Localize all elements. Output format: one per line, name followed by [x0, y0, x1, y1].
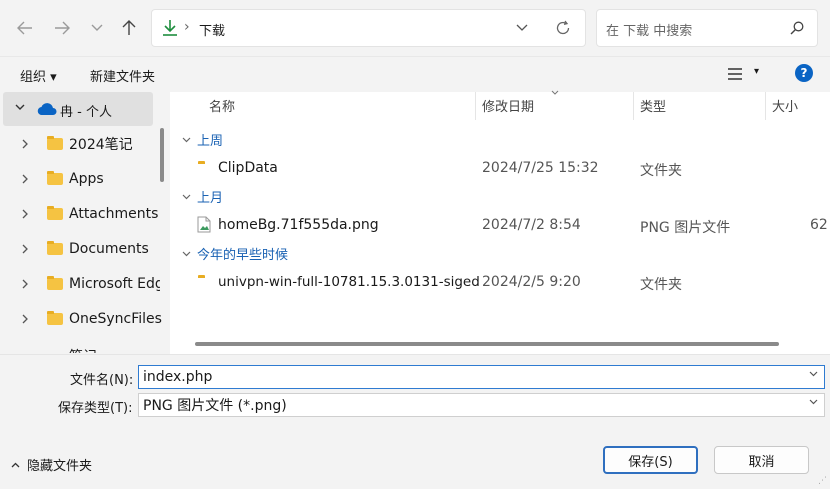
sidebar-item-label: Attachments: [69, 206, 159, 222]
file-name: ClipData: [218, 160, 278, 176]
filetype-label: 保存类型(T):: [58, 401, 133, 416]
group-label: 上周: [197, 134, 224, 149]
chevron-down-icon[interactable]: [809, 399, 818, 405]
sidebar-item-documents[interactable]: Documents: [0, 232, 160, 266]
file-date: 2024/7/2 8:54: [482, 217, 581, 233]
folder-icon: [47, 206, 63, 220]
back-button[interactable]: [13, 16, 37, 40]
folder-icon: [47, 276, 63, 290]
breadcrumb-location[interactable]: 下载: [199, 20, 225, 39]
sidebar-item-label: Microsoft Edge: [69, 276, 160, 292]
folder-icon: [47, 171, 63, 185]
file-name: univpn-win-full-10781.15.3.0131-siged: [218, 274, 480, 290]
organize-menu[interactable]: 组织 ▾: [20, 66, 57, 85]
filetype-value: PNG 图片文件 (*.png): [143, 398, 287, 414]
group-label: 今年的早些时候: [197, 248, 289, 263]
file-type: 文件夹: [640, 163, 682, 179]
address-bar[interactable]: › 下载: [151, 9, 586, 47]
column-header-size[interactable]: 大小: [772, 96, 798, 115]
column-header-name[interactable]: 名称: [209, 96, 235, 115]
chevron-right-icon: [22, 174, 29, 184]
sidebar-item-2024-notes[interactable]: 2024笔记: [0, 127, 160, 161]
column-header-type[interactable]: 类型: [640, 96, 666, 115]
folder-icon: [47, 136, 63, 150]
horizontal-scrollbar[interactable]: [195, 342, 779, 346]
column-divider: [633, 92, 634, 120]
list-view-icon[interactable]: [728, 68, 742, 80]
recent-locations-button[interactable]: [85, 16, 109, 40]
sidebar-item-attachments[interactable]: Attachments: [0, 197, 160, 231]
group-header-earlier-this-year[interactable]: 今年的早些时候: [182, 244, 288, 263]
forward-button[interactable]: [50, 16, 74, 40]
chevron-down-icon: [182, 251, 191, 257]
search-box[interactable]: 在 下载 中搜索: [596, 9, 818, 47]
up-button[interactable]: [117, 16, 141, 40]
sidebar-item-onesyncfiles[interactable]: OneSyncFiles: [0, 302, 162, 336]
file-type: 文件夹: [640, 277, 682, 293]
chevron-right-icon: [22, 244, 29, 254]
new-folder-button[interactable]: 新建文件夹: [90, 66, 155, 85]
filetype-select[interactable]: PNG 图片文件 (*.png): [138, 393, 825, 417]
filename-field[interactable]: index.php: [138, 365, 825, 389]
sidebar-item-microsoft-edge[interactable]: Microsoft Edge: [0, 267, 160, 301]
download-icon: [162, 19, 178, 37]
group-header-last-month[interactable]: 上月: [182, 187, 223, 206]
sidebar-item-label: Documents: [69, 241, 149, 257]
address-dropdown-icon[interactable]: [516, 24, 528, 32]
filename-input[interactable]: index.php: [143, 369, 212, 385]
column-divider: [475, 92, 476, 120]
file-date: 2024/7/25 15:32: [482, 160, 599, 176]
sidebar-item-label: 冉 - 个人: [60, 105, 112, 120]
chevron-down-icon[interactable]: [809, 371, 818, 377]
image-file-icon: [197, 216, 211, 233]
help-icon[interactable]: ?: [795, 64, 813, 82]
group-header-last-week[interactable]: 上周: [182, 130, 223, 149]
arrow-up-icon: [122, 20, 136, 36]
file-date: 2024/2/5 9:20: [482, 274, 581, 290]
arrow-right-icon: [54, 21, 70, 35]
chevron-down-icon: [182, 194, 191, 200]
sidebar-item-notes[interactable]: 笔记: [0, 337, 160, 353]
folder-icon: [47, 311, 63, 325]
resize-grip-icon[interactable]: ⋰: [818, 476, 827, 486]
chevron-down-icon: [15, 104, 25, 111]
cancel-button[interactable]: 取消: [714, 446, 809, 474]
hide-folders-toggle[interactable]: 隐藏文件夹: [11, 455, 92, 474]
breadcrumb-separator: ›: [184, 19, 190, 35]
filename-label: 文件名(N):: [70, 373, 134, 388]
chevron-up-icon: [11, 462, 20, 468]
sidebar-item-label: 2024笔记: [69, 137, 133, 153]
column-divider: [765, 92, 766, 120]
view-options-chevron-icon[interactable]: ▾: [754, 66, 759, 77]
chevron-right-icon: [22, 209, 29, 219]
save-button[interactable]: 保存(S): [603, 446, 698, 474]
group-label: 上月: [197, 191, 224, 206]
column-header-date[interactable]: 修改日期: [482, 96, 534, 115]
folder-icon: [47, 241, 63, 255]
chevron-right-icon: [22, 279, 29, 289]
chevron-down-icon: [182, 137, 191, 143]
chevron-down-icon: [91, 24, 103, 32]
sidebar-item-label: Apps: [69, 171, 104, 187]
sidebar-item-label: OneSyncFiles: [69, 311, 162, 327]
sidebar-item-onedrive[interactable]: 冉 - 个人: [3, 92, 153, 126]
file-type: PNG 图片文件: [640, 220, 731, 236]
cloud-icon: [37, 103, 57, 115]
refresh-icon[interactable]: [555, 20, 571, 36]
sidebar-item-apps[interactable]: Apps: [0, 162, 160, 196]
sidebar-item-label: 笔记: [69, 346, 97, 353]
file-size: 62: [810, 217, 828, 233]
hide-folders-label: 隐藏文件夹: [27, 459, 93, 474]
sidebar-scrollbar[interactable]: [160, 128, 164, 182]
chevron-right-icon: [22, 139, 29, 149]
sort-indicator-icon: [551, 90, 559, 95]
search-icon[interactable]: [790, 21, 804, 35]
search-input[interactable]: 在 下载 中搜索: [606, 20, 692, 39]
arrow-left-icon: [17, 21, 33, 35]
file-name: homeBg.71f555da.png: [218, 217, 379, 233]
chevron-right-icon: [22, 314, 29, 324]
